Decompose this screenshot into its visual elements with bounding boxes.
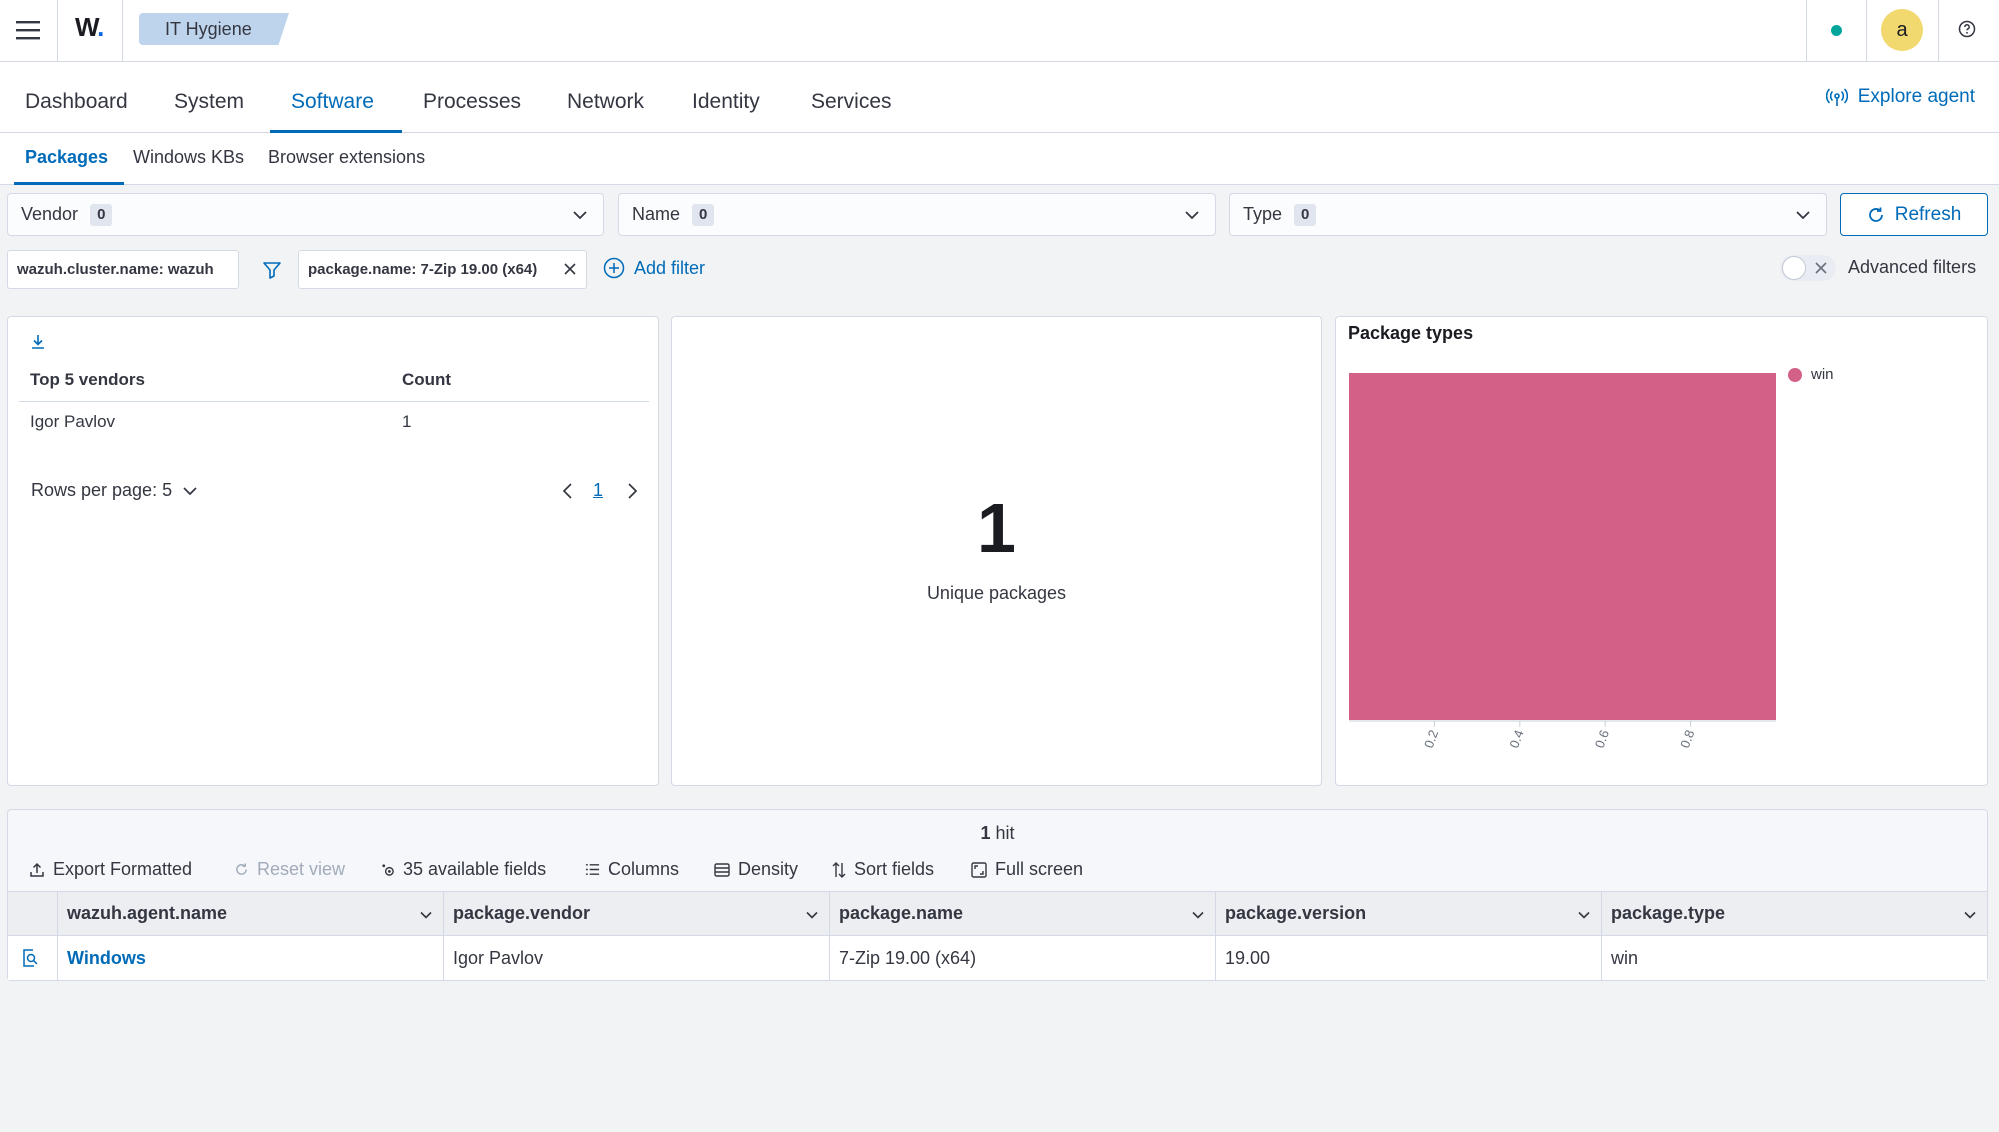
- vendor-cell: Igor Pavlov: [30, 412, 116, 431]
- metric-label: Unique packages: [926, 583, 1067, 603]
- user-avatar[interactable]: a: [1881, 9, 1923, 51]
- x-tick-label: 0.6: [1592, 728, 1612, 750]
- fields-icon: [382, 864, 394, 876]
- package-types-chart: 0.2 0.4 0.6 0.8 win: [1349, 366, 1834, 750]
- package-types-panel: Package types 0.2 0.4 0.6 0.8 win: [1335, 316, 1988, 786]
- close-icon: [1815, 262, 1827, 274]
- advanced-filters-label: Advanced filters: [1848, 257, 1977, 277]
- list-icon: [585, 864, 600, 875]
- column-header-agent-name[interactable]: wazuh.agent.name: [58, 892, 444, 935]
- active-subtab-indicator: [14, 182, 124, 185]
- legend-label[interactable]: win: [1810, 366, 1834, 383]
- available-fields-button[interactable]: 35 available fields: [380, 859, 546, 880]
- vendor-select[interactable]: Vendor 0: [7, 193, 604, 236]
- chevron-down-icon: [573, 211, 587, 220]
- filter-icon[interactable]: [262, 260, 282, 280]
- results-panel: 1 hit Export Formatted Reset view 35 ava…: [7, 809, 1988, 981]
- name-count-badge: 0: [692, 203, 715, 226]
- bar-win[interactable]: [1349, 373, 1776, 720]
- vendors-column-header[interactable]: Top 5 vendors: [30, 370, 145, 390]
- tab-dashboard[interactable]: Dashboard: [25, 90, 128, 114]
- refresh-icon: [1868, 207, 1883, 222]
- previous-page-icon[interactable]: [562, 482, 574, 500]
- chevron-down-icon: [806, 911, 818, 919]
- export-icon: [30, 862, 44, 877]
- x-tick-label: 0.8: [1677, 728, 1697, 750]
- antenna-icon: [1825, 88, 1848, 106]
- add-filter-button[interactable]: Add filter: [603, 257, 705, 279]
- subtab-packages[interactable]: Packages: [25, 147, 108, 168]
- top-header: W. IT Hygiene a: [0, 0, 1999, 62]
- menu-icon[interactable]: [16, 19, 40, 41]
- subtab-browser-extensions[interactable]: Browser extensions: [268, 147, 425, 168]
- chevron-down-icon: [1964, 911, 1976, 919]
- refresh-button[interactable]: Refresh: [1840, 193, 1988, 236]
- chevron-down-icon: [1578, 911, 1590, 919]
- chevron-down-icon: [1192, 911, 1204, 919]
- column-header-version[interactable]: package.version: [1216, 892, 1602, 935]
- page-1-link[interactable]: 1: [593, 480, 603, 501]
- close-icon[interactable]: [564, 263, 576, 275]
- package-filter-pill[interactable]: package.name: 7-Zip 19.00 (x64): [298, 250, 587, 289]
- version-cell: 19.00: [1216, 936, 1602, 980]
- x-tick-label: 0.4: [1506, 728, 1526, 750]
- sort-fields-button[interactable]: Sort fields: [832, 859, 934, 880]
- vendor-cell: Igor Pavlov: [444, 936, 830, 980]
- legend-swatch: [1788, 368, 1802, 382]
- cluster-filter-pill[interactable]: wazuh.cluster.name: wazuh: [7, 250, 239, 289]
- tab-system[interactable]: System: [174, 90, 244, 114]
- table-row: Windows Igor Pavlov 7-Zip 19.00 (x64) 19…: [8, 936, 1987, 980]
- name-select[interactable]: Name 0: [618, 193, 1216, 236]
- reset-view-button[interactable]: Reset view: [234, 859, 345, 880]
- tab-services[interactable]: Services: [811, 90, 892, 114]
- metric-value: 1: [977, 489, 1016, 567]
- tab-processes[interactable]: Processes: [423, 90, 521, 114]
- subtab-windows-kbs[interactable]: Windows KBs: [133, 147, 244, 168]
- top-vendors-panel: Top 5 vendors Count Igor Pavlov 1 Rows p…: [7, 316, 659, 786]
- type-cell: win: [1611, 947, 1639, 968]
- chevron-down-icon: [183, 486, 197, 495]
- column-header-vendor[interactable]: package.vendor: [444, 892, 830, 935]
- chevron-down-icon: [420, 911, 432, 919]
- column-header-package-name[interactable]: package.name: [830, 892, 1216, 935]
- download-icon[interactable]: [30, 333, 46, 351]
- app-breadcrumb[interactable]: IT Hygiene: [139, 13, 289, 45]
- columns-button[interactable]: Columns: [585, 859, 679, 880]
- chevron-down-icon: [1185, 211, 1199, 220]
- package-name-cell: 7-Zip 19.00 (x64): [830, 936, 1216, 980]
- next-page-icon[interactable]: [626, 482, 638, 500]
- hits-count: 1 hit: [980, 823, 1015, 843]
- rows-per-page-select[interactable]: Rows per page: 5: [31, 480, 198, 501]
- type-select[interactable]: Type 0: [1229, 193, 1827, 236]
- wazuh-logo[interactable]: W.: [75, 12, 104, 43]
- unique-packages-panel: 1 Unique packages: [671, 316, 1322, 786]
- count-column-header[interactable]: Count: [402, 370, 451, 390]
- help-icon[interactable]: [1958, 20, 1976, 38]
- tab-identity[interactable]: Identity: [692, 90, 760, 114]
- chevron-down-icon: [1796, 211, 1810, 220]
- table-density-icon: [714, 862, 730, 877]
- status-dot-icon: [1831, 25, 1842, 36]
- count-cell: 1: [402, 412, 412, 431]
- fullscreen-icon: [971, 861, 987, 878]
- x-tick-label: 0.2: [1421, 728, 1441, 750]
- column-header-type[interactable]: package.type: [1602, 892, 1987, 935]
- inspect-document-icon[interactable]: [8, 936, 58, 980]
- sort-icon: [832, 861, 846, 878]
- full-screen-button[interactable]: Full screen: [971, 859, 1083, 880]
- module-tabs: Dashboard System Software Processes Netw…: [0, 62, 1999, 133]
- advanced-filters-toggle[interactable]: [1780, 255, 1836, 281]
- tab-software[interactable]: Software: [291, 90, 374, 114]
- export-formatted-button[interactable]: Export Formatted: [29, 859, 192, 880]
- vendor-count-badge: 0: [90, 203, 113, 226]
- refresh-icon: [236, 863, 247, 875]
- density-button[interactable]: Density: [714, 859, 798, 880]
- explore-agent-button[interactable]: Explore agent: [1825, 86, 1975, 108]
- results-table-header: wazuh.agent.name package.vendor package.…: [8, 891, 1987, 936]
- agent-name-link[interactable]: Windows: [58, 936, 444, 980]
- software-subtabs: Packages Windows KBs Browser extensions: [0, 133, 1999, 185]
- tab-network[interactable]: Network: [567, 90, 644, 114]
- type-count-badge: 0: [1294, 203, 1317, 226]
- plus-circle-icon: [603, 257, 625, 279]
